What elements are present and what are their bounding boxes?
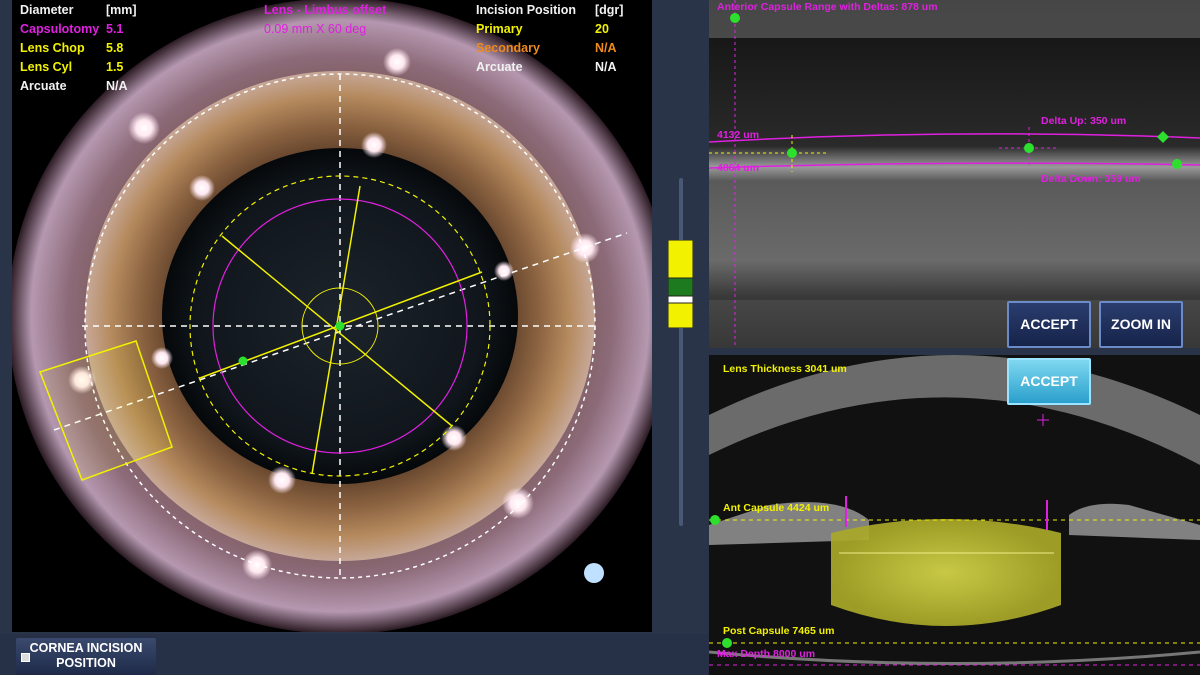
diameter-unit: [mm] <box>106 3 137 17</box>
depth-lower-label: 4864 um <box>717 162 760 174</box>
accept-bottom-button[interactable]: ACCEPT <box>1007 358 1091 405</box>
lens-cyl-value: 1.5 <box>106 60 124 74</box>
lens-chop-label: Lens Chop <box>20 41 85 55</box>
eye-camera-view[interactable]: Diameter [mm] Capsulotomy 5.1 Lens Chop … <box>12 0 652 632</box>
cornea-button-line2: POSITION <box>56 656 116 670</box>
cornea-button-line1: CORNEA INCISION <box>29 641 143 655</box>
post-capsule-label: Post Capsule 7465 um <box>723 625 835 637</box>
zoom-in-button[interactable]: ZOOM IN <box>1099 301 1183 348</box>
accept-top-button[interactable]: ACCEPT <box>1007 301 1091 348</box>
lens-thickness-label: Lens Thickness 3041 um <box>723 363 847 375</box>
cornea-incision-position-button[interactable]: CORNEA INCISION POSITION <box>16 638 156 675</box>
arcuate-incision-label: Arcuate <box>476 60 523 74</box>
delta-down-label: Delta Down: 359 um <box>1041 173 1141 185</box>
secondary-value: N/A <box>595 41 617 55</box>
depth-slider-track[interactable] <box>679 178 683 526</box>
arcuate-label: Arcuate <box>20 79 67 93</box>
arcuate-value: N/A <box>106 79 128 93</box>
checkbox-icon[interactable] <box>21 653 30 662</box>
diameter-label: Diameter <box>20 3 74 17</box>
primary-value: 20 <box>595 22 609 36</box>
arcuate-incision-value: N/A <box>595 60 617 74</box>
capsulotomy-label: Capsulotomy <box>20 22 100 36</box>
ant-capsule-label: Ant Capsule 4424 um <box>723 502 830 514</box>
lens-cyl-label: Lens Cyl <box>20 60 73 74</box>
lens-chop-value: 5.8 <box>106 41 124 55</box>
secondary-label: Secondary <box>476 41 540 55</box>
eye-image <box>12 0 652 632</box>
center-marker <box>335 321 345 331</box>
delta-up-label: Delta Up: 350 um <box>1041 115 1127 127</box>
offset-marker <box>238 356 248 366</box>
max-depth-label: Max Depth 8000 um <box>717 648 816 660</box>
incision-position-title: Incision Position <box>476 3 577 17</box>
primary-label: Primary <box>476 22 523 36</box>
limbus-offset-title: Lens - Limbus offset <box>264 3 387 17</box>
depth-slider-handle[interactable] <box>668 240 693 328</box>
oct-lens-scan[interactable]: Lens Thickness 3041 um Ant Capsule 4424 … <box>709 355 1200 675</box>
depth-upper-label: 4132 um <box>717 129 760 141</box>
oct-anterior-capsule-scan[interactable]: Anterior Capsule Range with Deltas: 878 … <box>709 0 1200 348</box>
capsulotomy-value: 5.1 <box>106 22 124 36</box>
anterior-capsule-range-label: Anterior Capsule Range with Deltas: 878 … <box>717 1 938 13</box>
incision-unit: [dgr] <box>595 3 624 17</box>
limbus-offset-value: 0.09 mm X 60 deg <box>264 22 367 36</box>
